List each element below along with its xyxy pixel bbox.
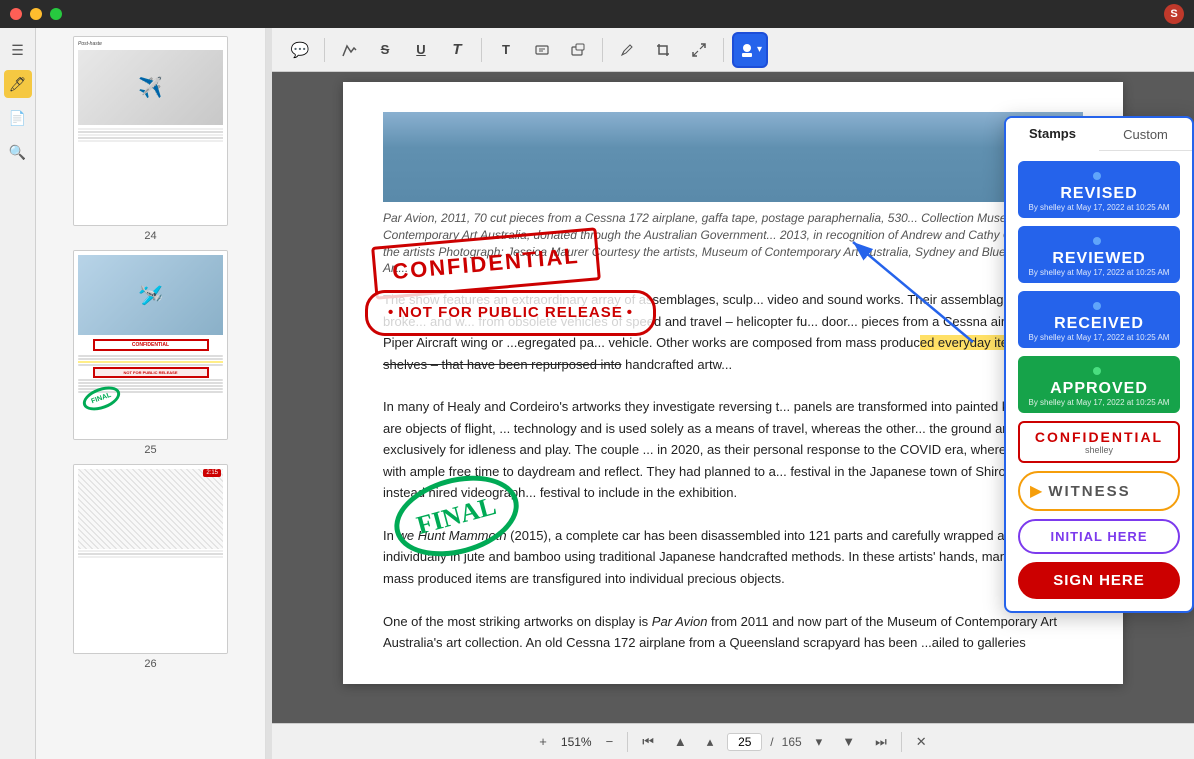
underline-button[interactable]: U [405, 34, 437, 66]
stamp-witness[interactable]: ▶ WITNESS [1018, 471, 1180, 511]
sidebar-panels-icon[interactable]: ☰ [4, 36, 32, 64]
doc-container: Par Avion, 2011, 70 cut pieces from a Ce… [272, 72, 1194, 723]
reviewed-dot [1093, 237, 1101, 245]
thumbnail-24[interactable]: Post-haste ✈️ 24 [44, 36, 257, 242]
main-area: 💬 S U T T [272, 28, 1194, 759]
pen-button[interactable] [611, 34, 643, 66]
stamp-revised-title: REVISED [1028, 185, 1170, 203]
thumbnail-25[interactable]: 🛩️ CONFIDENTIAL NOT FOR PUBLIC RELEASE F… [44, 250, 257, 456]
app-body: ☰ 🖊 📄 🔍 Post-haste ✈️ 24 [0, 28, 1194, 759]
tab-stamps[interactable]: Stamps [1006, 118, 1099, 151]
doc-header-image [383, 112, 1083, 202]
close-button[interactable] [10, 8, 22, 20]
bottom-bar: + 151% − ⏮ ▲ ▴ 25 / 165 ▾ ▼ ⏭ ✕ [272, 723, 1194, 759]
stamp-nfpr-doc[interactable]: NOT FOR PUBLIC RELEASE [365, 290, 656, 336]
thumbnail-25-label: 25 [144, 444, 156, 456]
sidebar-search-icon[interactable]: 🔍 [4, 138, 32, 166]
stamp-confidential-name: shelley [1030, 445, 1168, 455]
page-next-small-button[interactable]: ▾ [810, 732, 829, 752]
revised-dot [1093, 172, 1101, 180]
minimize-button[interactable] [30, 8, 42, 20]
stamp-received-title: RECEIVED [1028, 315, 1170, 333]
thumbnail-26[interactable]: 2:15 26 [44, 464, 257, 670]
sidebar-annotate-icon[interactable]: 🖊 [4, 70, 32, 98]
strikethrough-button[interactable]: S [369, 34, 401, 66]
sidebar-pages-icon[interactable]: 📄 [4, 104, 32, 132]
crop-button[interactable] [647, 34, 679, 66]
zoom-out-button[interactable]: − [600, 732, 620, 751]
thumbnail-26-image[interactable]: 2:15 [73, 464, 228, 654]
text-button-2[interactable]: T [490, 34, 522, 66]
stamp-list: REVISED By shelley at May 17, 2022 at 10… [1006, 161, 1192, 599]
stamp-button[interactable]: ▾ [732, 32, 768, 68]
title-bar: S [0, 0, 1194, 28]
thumbnail-24-label: 24 [144, 230, 156, 242]
received-dot [1093, 302, 1101, 310]
left-sidebar: ☰ 🖊 📄 🔍 [0, 28, 36, 759]
thumbnail-26-label: 26 [144, 658, 156, 670]
stamp-sign-here[interactable]: SIGN HERE [1018, 562, 1180, 599]
stamp-initial-here[interactable]: INITIAL HERE [1018, 519, 1180, 554]
shape-button[interactable] [562, 34, 594, 66]
toolbar-separator-1 [324, 38, 325, 62]
toolbar: 💬 S U T T [272, 28, 1194, 72]
stamp-approved-sub: By shelley at May 17, 2022 at 10:25 AM [1028, 398, 1170, 407]
stamp-revised-sub: By shelley at May 17, 2022 at 10:25 AM [1028, 203, 1170, 212]
stamp-reviewed-sub: By shelley at May 17, 2022 at 10:25 AM [1028, 268, 1170, 277]
toolbar-separator-2 [481, 38, 482, 62]
stamp-confidential-title: CONFIDENTIAL [1030, 429, 1168, 445]
text-button-1[interactable]: T [441, 34, 473, 66]
stamp-reviewed[interactable]: REVIEWED By shelley at May 17, 2022 at 1… [1018, 226, 1180, 283]
bottom-separator-2 [901, 732, 902, 752]
stamp-reviewed-title: REVIEWED [1028, 250, 1170, 268]
zoom-in-button[interactable]: + [533, 732, 553, 751]
stamp-sign-title: SIGN HERE [1030, 572, 1168, 589]
toolbar-separator-4 [723, 38, 724, 62]
page-separator: / [770, 735, 773, 749]
stamp-received[interactable]: RECEIVED By shelley at May 17, 2022 at 1… [1018, 291, 1180, 348]
zoom-level: 151% [561, 735, 592, 749]
toolbar-separator-3 [602, 38, 603, 62]
textbox-button[interactable] [526, 34, 558, 66]
maximize-button[interactable] [50, 8, 62, 20]
stamp-revised[interactable]: REVISED By shelley at May 17, 2022 at 10… [1018, 161, 1180, 218]
stamp-confidential-panel[interactable]: CONFIDENTIAL shelley [1018, 421, 1180, 463]
close-bar-button[interactable]: ✕ [910, 732, 933, 752]
stamp-panel: Stamps Custom REVISED By shelley at May … [1004, 116, 1194, 613]
avatar[interactable]: S [1164, 4, 1184, 24]
thumbnail-25-image[interactable]: 🛩️ CONFIDENTIAL NOT FOR PUBLIC RELEASE F… [73, 250, 228, 440]
draw-button[interactable] [333, 34, 365, 66]
tab-custom[interactable]: Custom [1099, 118, 1192, 150]
stamp-approved-title: APPROVED [1028, 380, 1170, 398]
page-next-button[interactable]: ▼ [836, 732, 861, 751]
page-prev-button[interactable]: ▲ [668, 732, 693, 751]
stamp-approved[interactable]: APPROVED By shelley at May 17, 2022 at 1… [1018, 356, 1180, 413]
doc-body-text: The show features an extraordinary array… [383, 289, 1083, 653]
thumbnail-24-image[interactable]: Post-haste ✈️ [73, 36, 228, 226]
stamp-witness-title: WITNESS [1048, 483, 1130, 500]
page-first-button[interactable]: ⏮ [636, 732, 660, 752]
page-last-button[interactable]: ⏭ [869, 732, 893, 752]
page-input[interactable]: 25 [727, 733, 762, 751]
page-prev-small-button[interactable]: ▴ [701, 732, 720, 752]
bottom-separator-1 [627, 732, 628, 752]
thumbnail-panel: Post-haste ✈️ 24 🛩️ CONFIDENTIAL [36, 28, 266, 759]
total-pages: 165 [782, 735, 802, 749]
approved-dot [1093, 367, 1101, 375]
witness-arrow-icon: ▶ [1030, 481, 1042, 501]
stamp-initial-title: INITIAL HERE [1030, 529, 1168, 544]
stamp-received-sub: By shelley at May 17, 2022 at 10:25 AM [1028, 333, 1170, 342]
comment-button[interactable]: 💬 [284, 34, 316, 66]
expand-button[interactable] [683, 34, 715, 66]
stamp-panel-tabs: Stamps Custom [1006, 118, 1192, 151]
